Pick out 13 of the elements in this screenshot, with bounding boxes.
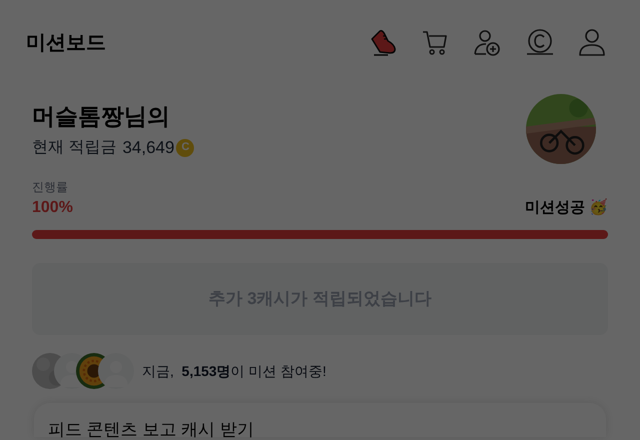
user-name: 머슬톰짱님의 xyxy=(32,102,171,131)
feed-card[interactable]: 피드 콘텐츠 보고 캐시 받기 xyxy=(34,403,606,437)
balance-amount: 34,649 xyxy=(122,136,174,159)
mission-status: 미션성공 🥳 xyxy=(524,198,608,218)
coin-badge: C xyxy=(176,138,194,156)
default-avatar-icon xyxy=(98,353,134,389)
progress-label: 진행률 xyxy=(32,179,69,196)
participants-text: 지금, 5,153명이 미션 참여중! xyxy=(142,362,326,380)
feed-card-title: 피드 콘텐츠 보고 캐시 받기 xyxy=(48,419,255,440)
page-title: 미션보드 xyxy=(26,31,106,56)
progress-percent: 100% xyxy=(32,198,73,218)
profile-icon[interactable] xyxy=(576,27,608,59)
balance-label: 현재 적립금 xyxy=(32,138,116,158)
